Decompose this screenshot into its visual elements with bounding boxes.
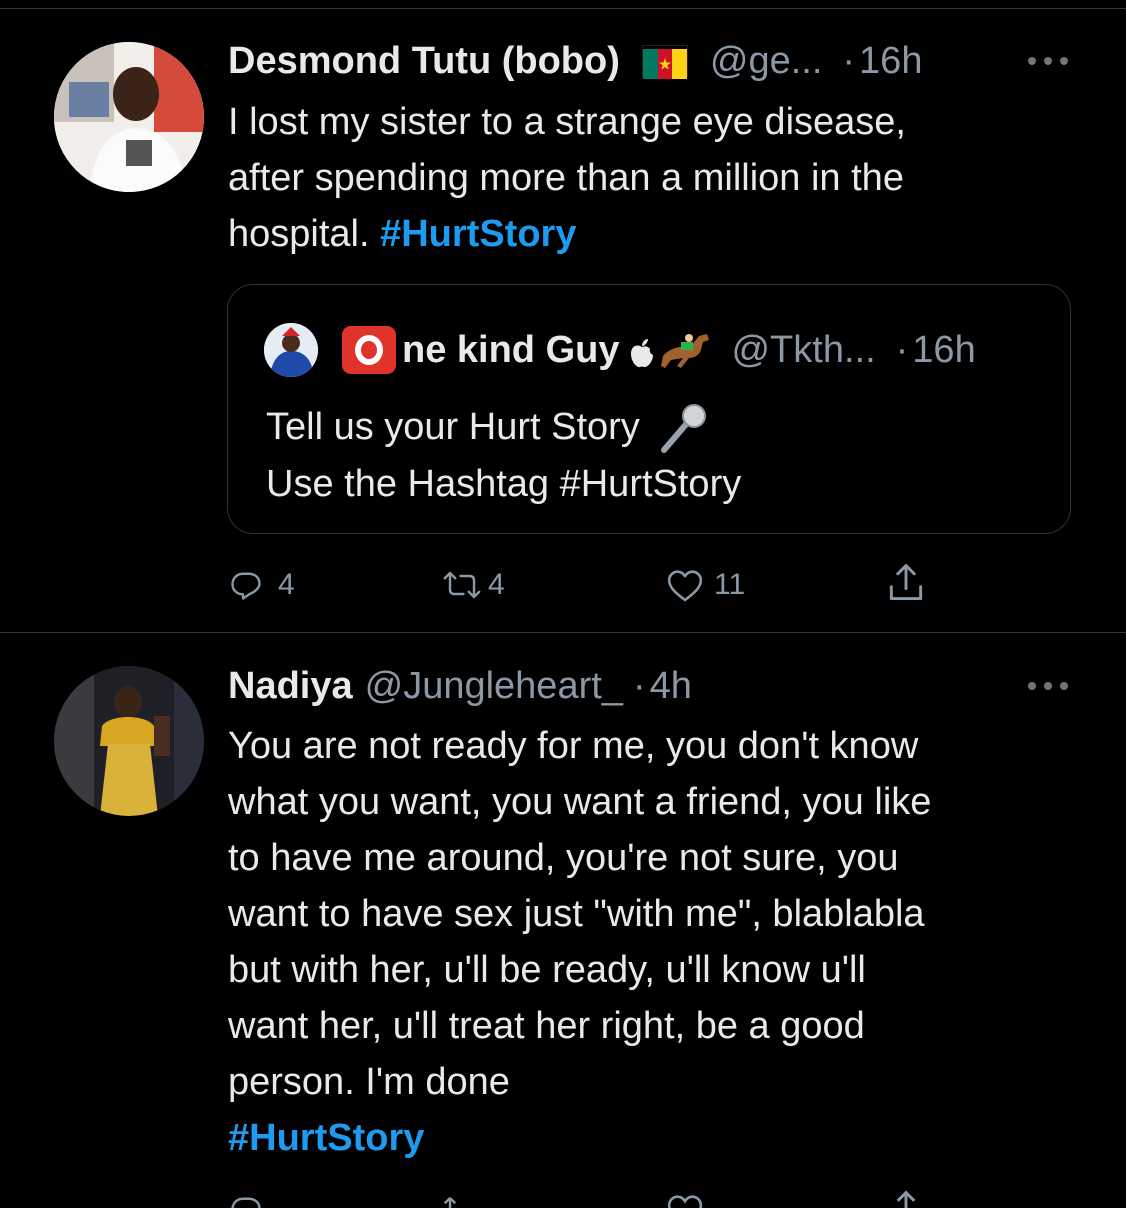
reply-count: 4 bbox=[278, 568, 295, 601]
hashtag-link[interactable]: #HurtStory bbox=[228, 1117, 424, 1159]
tweet-text: You are not ready for me, you don't know… bbox=[228, 718, 1078, 1166]
quote-text-line: Tell us your Hurt Story bbox=[266, 399, 741, 456]
heart-icon bbox=[667, 570, 703, 602]
reply-icon bbox=[231, 1197, 261, 1208]
quoted-tweet[interactable]: ne kind Guy @Tkth... · 16h Tell us your … bbox=[227, 284, 1071, 534]
quote-display-name[interactable]: ne kind Guy bbox=[402, 329, 619, 372]
reply-button[interactable]: 4 bbox=[228, 563, 295, 607]
share-button[interactable] bbox=[884, 1188, 928, 1208]
tweet-header: Nadiya @Jungleheart_ · 4h bbox=[228, 663, 692, 709]
reply-icon bbox=[231, 572, 261, 600]
retweet-icon bbox=[443, 1197, 457, 1208]
quote-avatar-image bbox=[264, 323, 318, 377]
more-icon[interactable] bbox=[1028, 680, 1068, 692]
avatar-image bbox=[54, 666, 204, 816]
display-name[interactable]: Desmond Tutu (bobo) bbox=[228, 40, 620, 83]
timestamp[interactable]: 4h bbox=[650, 665, 692, 708]
share-button[interactable] bbox=[884, 561, 928, 605]
tweet[interactable]: Nadiya @Jungleheart_ · 4h You are not re… bbox=[0, 633, 1126, 1208]
quote-text-line-1: Tell us your Hurt Story bbox=[266, 406, 640, 448]
tweet-actions bbox=[228, 1188, 948, 1208]
reply-button[interactable] bbox=[228, 1188, 264, 1208]
retweet-button[interactable] bbox=[442, 1188, 482, 1208]
like-button[interactable]: 11 bbox=[666, 563, 745, 607]
display-name[interactable]: Nadiya bbox=[228, 665, 353, 708]
hashtag-link[interactable]: #HurtStory bbox=[380, 213, 576, 255]
handle[interactable]: @Jungleheart_ bbox=[365, 665, 623, 708]
heart-icon bbox=[667, 1195, 703, 1208]
quote-avatar[interactable] bbox=[264, 323, 318, 377]
tweet-header: Desmond Tutu (bobo) @ge... · 16h bbox=[228, 38, 922, 84]
cameroon-flag-icon bbox=[641, 45, 688, 79]
share-icon bbox=[889, 564, 923, 601]
share-icon bbox=[896, 1190, 916, 1208]
tweet-actions: 4 4 11 bbox=[228, 563, 948, 607]
quote-header: ne kind Guy @Tkth... · 16h bbox=[328, 325, 976, 375]
apple-icon bbox=[629, 335, 655, 368]
separator-dot: · bbox=[632, 664, 646, 707]
quote-separator-dot: · bbox=[895, 328, 909, 371]
retweet-icon bbox=[443, 571, 481, 599]
horse-racing-icon bbox=[659, 328, 713, 372]
tweet[interactable]: Desmond Tutu (bobo) @ge... · 16h I lost … bbox=[0, 0, 1126, 632]
like-count: 11 bbox=[714, 568, 746, 601]
quote-timestamp[interactable]: 16h bbox=[912, 329, 975, 372]
retweet-button[interactable]: 4 bbox=[442, 563, 505, 607]
microphone-icon bbox=[656, 402, 710, 456]
tweet-text-content: You are not ready for me, you don't know… bbox=[228, 725, 932, 1103]
avatar-image bbox=[54, 42, 204, 192]
handle[interactable]: @ge... bbox=[710, 40, 823, 83]
o-button-icon bbox=[342, 326, 396, 374]
quote-handle[interactable]: @Tkth... bbox=[731, 329, 875, 372]
avatar[interactable] bbox=[54, 666, 204, 816]
timestamp[interactable]: 16h bbox=[859, 40, 922, 83]
more-icon[interactable] bbox=[1028, 55, 1068, 67]
tweet-text: I lost my sister to a strange eye diseas… bbox=[228, 94, 1078, 262]
avatar[interactable] bbox=[54, 42, 204, 192]
quote-text: Tell us your Hurt Story Use the Hashtag … bbox=[266, 399, 741, 512]
retweet-count: 4 bbox=[488, 568, 505, 601]
quote-text-line-2: Use the Hashtag #HurtStory bbox=[266, 462, 742, 505]
separator-dot: · bbox=[842, 39, 856, 82]
like-button[interactable] bbox=[666, 1188, 704, 1208]
